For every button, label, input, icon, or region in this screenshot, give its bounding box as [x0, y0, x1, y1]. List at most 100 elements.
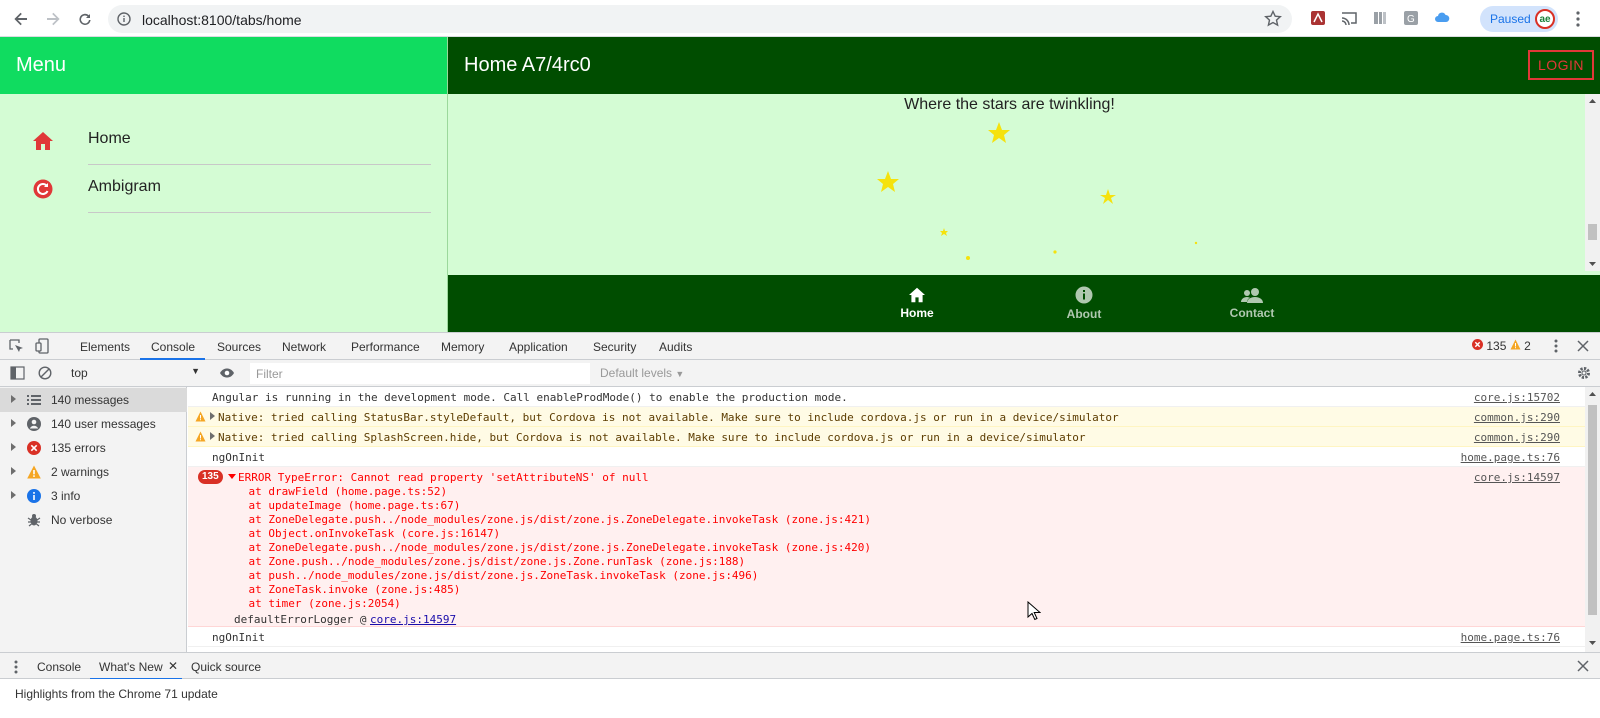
- clear-console-icon[interactable]: [38, 366, 52, 380]
- forward-button[interactable]: [42, 8, 64, 30]
- tab-label: Contact: [1229, 306, 1275, 320]
- sidebar-item-verbose[interactable]: No verbose: [0, 508, 187, 532]
- stack-frame[interactable]: at ZoneDelegate.push../node_modules/zone…: [222, 513, 871, 526]
- sidebar-item-warnings[interactable]: 2 warnings: [0, 460, 187, 484]
- tab-network[interactable]: Network: [282, 340, 326, 354]
- sidebar-item-user-messages[interactable]: 140 user messages: [0, 412, 187, 436]
- tab-elements[interactable]: Elements: [80, 340, 130, 354]
- source-link[interactable]: core.js:14597: [1474, 471, 1560, 484]
- sidebar-toggle-icon[interactable]: [10, 366, 25, 380]
- stack-frame[interactable]: at push../node_modules/zone.js/dist/zone…: [222, 569, 758, 582]
- console-message[interactable]: Angular is running in the development mo…: [188, 387, 1588, 407]
- context-select[interactable]: top ▼: [66, 363, 204, 383]
- profile-button[interactable]: Paused ae: [1480, 6, 1558, 32]
- expand-arrow-icon[interactable]: [11, 395, 16, 403]
- stack-frame[interactable]: at drawField (home.page.ts:52): [222, 485, 447, 498]
- tab-performance[interactable]: Performance: [351, 340, 420, 354]
- console-message[interactable]: ngOnInit home.page.ts:76: [188, 447, 1588, 467]
- devtools-menu-icon[interactable]: [1554, 339, 1558, 353]
- sidebar-item-errors[interactable]: 135 errors: [0, 436, 187, 460]
- tab-home[interactable]: Home: [857, 275, 977, 332]
- stack-frame[interactable]: at ZoneTask.invoke (zone.js:485): [222, 583, 460, 596]
- close-tab-icon[interactable]: ✕: [168, 659, 178, 673]
- cast-icon[interactable]: [1341, 10, 1357, 26]
- tab-console[interactable]: Console: [151, 340, 195, 354]
- tab-security[interactable]: Security: [593, 340, 636, 354]
- gear-icon[interactable]: [1577, 366, 1591, 380]
- chrome-menu-icon[interactable]: [1576, 11, 1580, 27]
- browser-toolbar: localhost:8100/tabs/home G Paused ae: [0, 0, 1600, 37]
- back-button[interactable]: [10, 8, 32, 30]
- tab-application[interactable]: Application: [509, 340, 568, 354]
- expand-arrow-icon[interactable]: [11, 419, 16, 427]
- home-icon: [909, 287, 925, 303]
- stack-frame[interactable]: at timer (zone.js:2054): [222, 597, 400, 610]
- source-link[interactable]: home.page.ts:76: [1461, 631, 1560, 644]
- cloud-icon[interactable]: [1434, 10, 1450, 26]
- expand-arrow-icon[interactable]: [11, 491, 16, 499]
- source-link[interactable]: home.page.ts:76: [1461, 451, 1560, 464]
- tab-contact[interactable]: Contact: [1192, 275, 1312, 332]
- pdf-extension-icon[interactable]: [1310, 10, 1326, 26]
- close-drawer-icon[interactable]: [1577, 660, 1589, 672]
- console-message[interactable]: ngOnInit home.page.ts:76: [188, 627, 1588, 647]
- sidebar-item-info[interactable]: 3 info: [0, 484, 187, 508]
- collapse-arrow-icon[interactable]: [228, 474, 236, 479]
- drawer-tab-quick-source[interactable]: Quick source: [191, 660, 261, 674]
- menu-item-ambigram[interactable]: Ambigram: [0, 165, 447, 213]
- drawer-tab-whats-new[interactable]: What's New: [99, 660, 163, 674]
- tab-audits[interactable]: Audits: [659, 340, 692, 354]
- extension-icon[interactable]: [1372, 10, 1388, 26]
- drawer-menu-icon[interactable]: [14, 660, 18, 674]
- content-scrollbar[interactable]: [1585, 94, 1600, 271]
- log-levels-dropdown[interactable]: Default levels ▼: [600, 366, 684, 380]
- inspect-element-icon[interactable]: [9, 339, 24, 354]
- stack-frame[interactable]: at ZoneDelegate.push../node_modules/zone…: [222, 541, 871, 554]
- address-bar[interactable]: localhost:8100/tabs/home: [108, 5, 1292, 33]
- device-toolbar-icon[interactable]: [35, 338, 49, 354]
- info-icon[interactable]: [117, 12, 131, 26]
- expand-arrow-icon[interactable]: [210, 412, 215, 420]
- sidebar-item-messages[interactable]: 140 messages: [0, 388, 187, 412]
- source-link[interactable]: common.js:290: [1474, 431, 1560, 444]
- devtools-tabbar: Elements Console Sources Network Perform…: [0, 333, 1600, 360]
- stack-frame[interactable]: at Zone.push../node_modules/zone.js/dist…: [222, 555, 745, 568]
- source-link[interactable]: core.js:15702: [1474, 391, 1560, 404]
- bug-icon: [27, 514, 41, 527]
- tab-page: Home A7/4rc0 LOGIN Where the stars are t…: [447, 37, 1600, 332]
- reload-button[interactable]: [74, 8, 96, 30]
- expand-arrow-icon[interactable]: [11, 467, 16, 475]
- tab-memory[interactable]: Memory: [441, 340, 484, 354]
- star-icon: [940, 228, 948, 236]
- sidebar-item-label: 3 info: [51, 489, 81, 503]
- console-error[interactable]: 135 ERROR TypeError: Cannot read propert…: [188, 467, 1588, 627]
- console-warning[interactable]: Native: tried calling SplashScreen.hide,…: [188, 427, 1588, 447]
- expand-arrow-icon[interactable]: [11, 443, 16, 451]
- issue-counts[interactable]: 135 2: [1472, 339, 1531, 353]
- filter-input[interactable]: [250, 363, 590, 384]
- url-text: localhost:8100/tabs/home: [142, 12, 302, 28]
- source-link[interactable]: common.js:290: [1474, 411, 1560, 424]
- eye-icon[interactable]: [219, 368, 235, 378]
- bookmark-star-icon[interactable]: [1264, 10, 1282, 28]
- stack-frame[interactable]: at Object.onInvokeTask (core.js:16147): [222, 527, 500, 540]
- expand-arrow-icon[interactable]: [210, 432, 215, 440]
- stack-frame[interactable]: at updateImage (home.page.ts:67): [222, 499, 460, 512]
- arrow-left-icon: [14, 12, 27, 26]
- console-warning[interactable]: Native: tried calling StatusBar.styleDef…: [188, 407, 1588, 427]
- tab-about[interactable]: About: [1024, 275, 1144, 332]
- tab-sources[interactable]: Sources: [217, 340, 261, 354]
- drawer-tab-console[interactable]: Console: [37, 660, 81, 674]
- login-button[interactable]: LOGIN: [1528, 50, 1594, 80]
- home-icon: [33, 132, 53, 150]
- message-text: Native: tried calling StatusBar.styleDef…: [218, 411, 1119, 424]
- menu-item-home[interactable]: Home: [0, 117, 447, 165]
- close-icon[interactable]: [1577, 340, 1589, 352]
- g-extension-icon[interactable]: G: [1403, 10, 1419, 26]
- error-logger: defaultErrorLogger @: [234, 613, 367, 626]
- user-icon: [27, 417, 41, 431]
- console-messages[interactable]: Angular is running in the development mo…: [188, 387, 1588, 652]
- page-header: Home A7/4rc0 LOGIN: [448, 37, 1600, 94]
- console-scrollbar[interactable]: [1585, 387, 1600, 652]
- logger-source-link[interactable]: core.js:14597: [370, 613, 456, 626]
